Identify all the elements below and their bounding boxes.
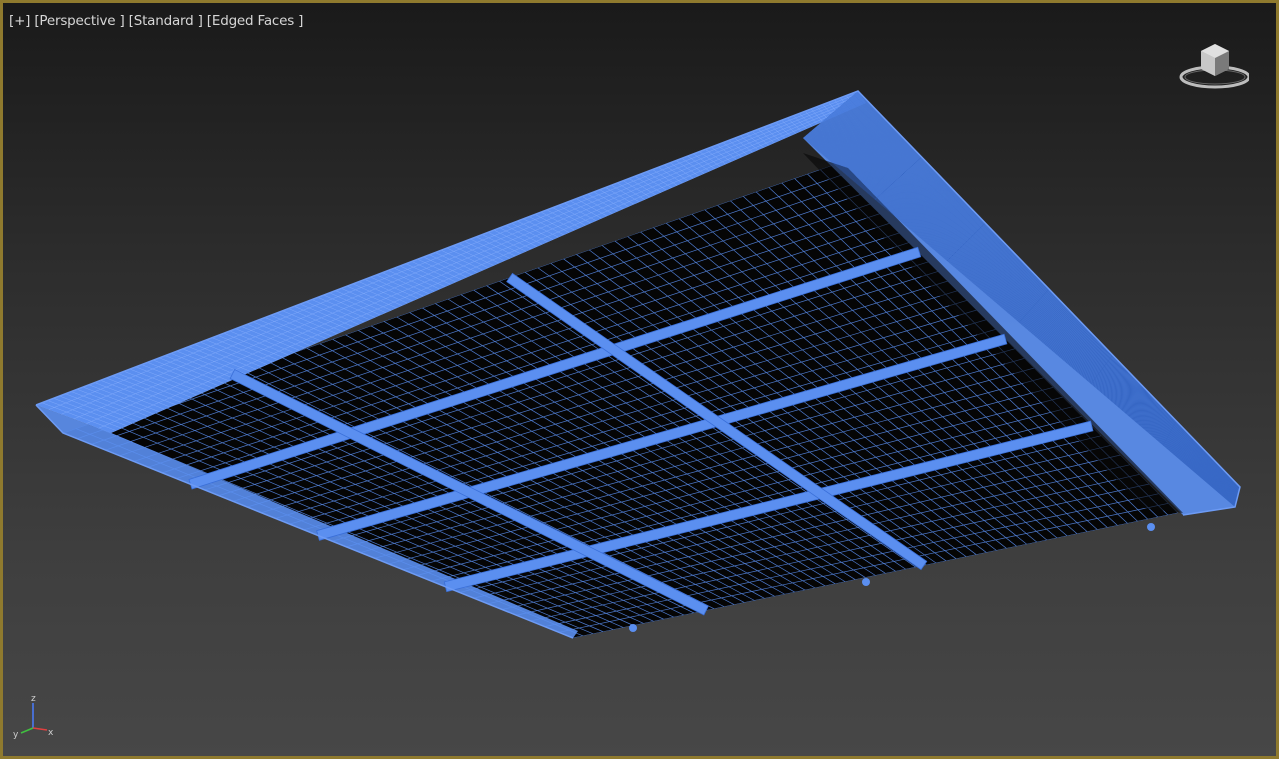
wireframe-model[interactable] [3,3,1279,759]
viewcube-icon[interactable] [1177,39,1249,93]
fixture-2 [862,578,870,586]
fixture-3 [1147,523,1155,531]
axis-z-label: z [31,694,36,704]
fixture-1 [629,624,637,632]
axis-x-label: x [48,728,54,738]
axis-y-label: y [13,730,19,739]
perspective-viewport[interactable]: [+] [Perspective ] [Standard ] [Edged Fa… [0,0,1279,759]
axis-tripod-icon: z y x [13,694,54,739]
